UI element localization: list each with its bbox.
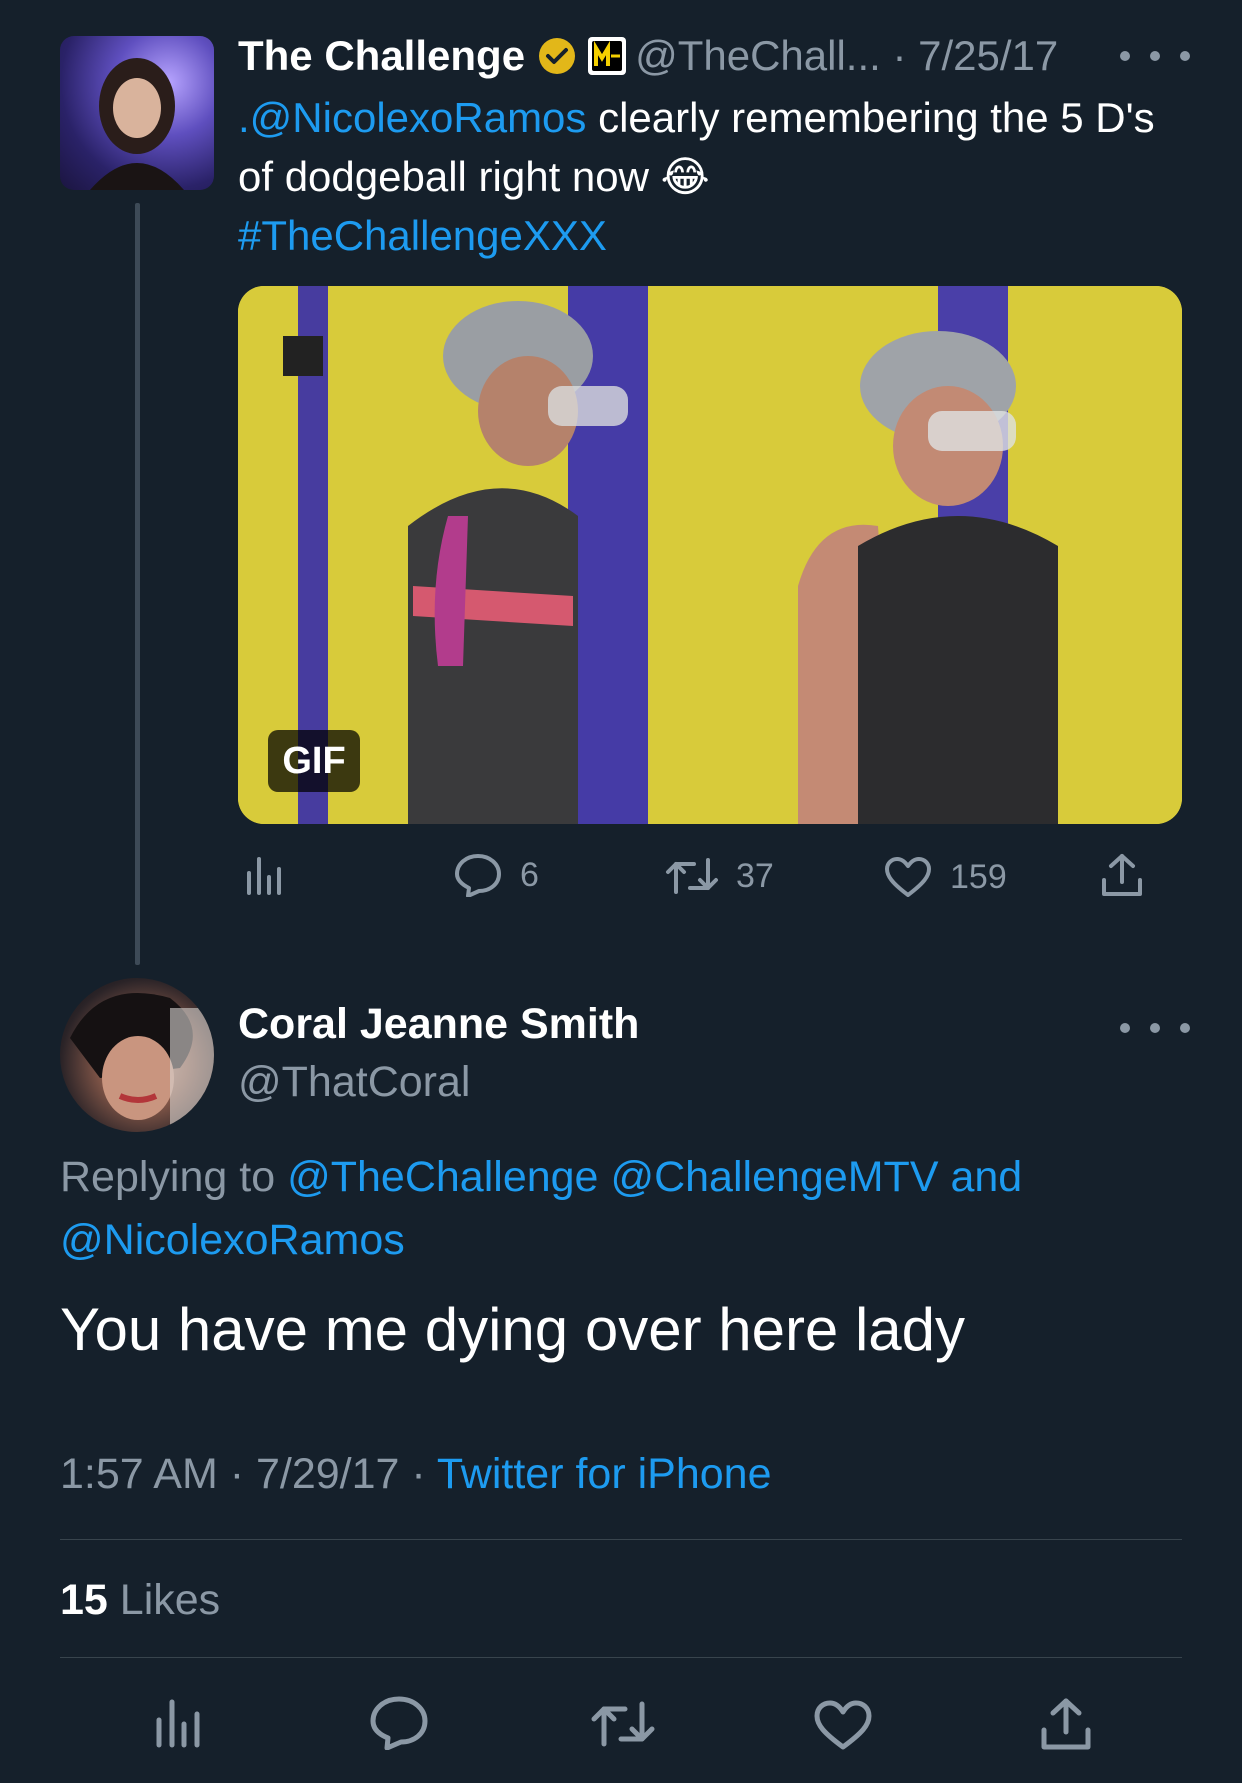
reply-tweet-text: You have me dying over here lady [60, 1296, 966, 1363]
reply-retweet-button[interactable] [590, 1700, 656, 1753]
reply-handle[interactable]: @ThatCoral [238, 1058, 470, 1107]
gif-media[interactable]: GIF [238, 286, 1182, 824]
tweet-timestamp[interactable]: 1:57 AM · 7/29/17 · [60, 1450, 437, 1498]
thread-line [135, 203, 140, 965]
reply-like-button[interactable] [814, 1700, 872, 1755]
reply-icon [370, 1696, 428, 1754]
laughing-emoji: 😂 [660, 153, 710, 200]
like-count: 159 [950, 857, 1007, 896]
gif-badge: GIF [268, 730, 360, 792]
parent-handle-date[interactable]: @TheChall... · 7/25/17 [635, 32, 1058, 80]
like-icon [814, 1700, 872, 1754]
retweet-icon [590, 1701, 656, 1752]
replying-prefix: Replying to [60, 1153, 288, 1201]
parent-display-name[interactable]: The Challenge [238, 32, 525, 80]
mtv-logo-icon [587, 36, 627, 76]
mention-others-and[interactable]: and [950, 1153, 1022, 1201]
reply-count: 6 [520, 855, 539, 894]
mention-thechallenge[interactable]: @TheChallenge [287, 1153, 598, 1201]
reply-views-button[interactable] [154, 1698, 202, 1753]
parent-header: The Challenge @TheChall... · 7/25/17 [238, 28, 1058, 84]
reply-share-button[interactable] [1040, 1696, 1092, 1757]
parent-share-button[interactable] [1100, 852, 1144, 898]
reply-reply-button[interactable] [370, 1696, 428, 1755]
like-icon [884, 856, 932, 898]
reply-icon [454, 853, 502, 897]
parent-avatar[interactable] [60, 36, 214, 190]
divider-bottom [60, 1657, 1182, 1658]
parent-retweet-button[interactable]: 37 [664, 856, 774, 896]
verified-badge-icon [537, 36, 577, 76]
reply-avatar[interactable] [60, 978, 214, 1132]
mention-link[interactable]: .@NicolexoRamos [238, 94, 586, 141]
share-icon [1100, 852, 1144, 898]
share-icon [1040, 1698, 1092, 1756]
parent-reply-button[interactable]: 6 [454, 853, 539, 897]
likes-summary[interactable]: 15 Likes [60, 1576, 220, 1625]
reply-display-name[interactable]: Coral Jeanne Smith [238, 1000, 639, 1049]
views-button[interactable] [244, 855, 284, 895]
tweet-source-link[interactable]: Twitter for iPhone [437, 1450, 772, 1498]
retweet-count: 37 [736, 856, 774, 895]
parent-like-button[interactable]: 159 [884, 856, 1007, 898]
tweet-meta: 1:57 AM · 7/29/17 · Twitter for iPhone [60, 1450, 771, 1499]
retweet-icon [664, 856, 720, 896]
analytics-icon [154, 1699, 202, 1752]
divider-top [60, 1539, 1182, 1540]
replying-to: Replying to @TheChallenge @ChallengeMTV … [60, 1146, 1160, 1272]
mention-challengemtv[interactable]: @ChallengeMTV [610, 1153, 938, 1201]
analytics-icon [244, 855, 284, 895]
hashtag-link[interactable]: #TheChallengeXXX [238, 212, 607, 259]
likes-label: Likes [107, 1576, 221, 1624]
likes-count: 15 [60, 1576, 108, 1624]
parent-more-dots-icon[interactable] [1120, 46, 1190, 66]
mention-nicolexoramos[interactable]: @NicolexoRamos [60, 1216, 405, 1264]
parent-tweet-text: .@NicolexoRamos clearly remembering the … [238, 88, 1158, 265]
reply-more-dots-icon[interactable] [1120, 1018, 1190, 1038]
